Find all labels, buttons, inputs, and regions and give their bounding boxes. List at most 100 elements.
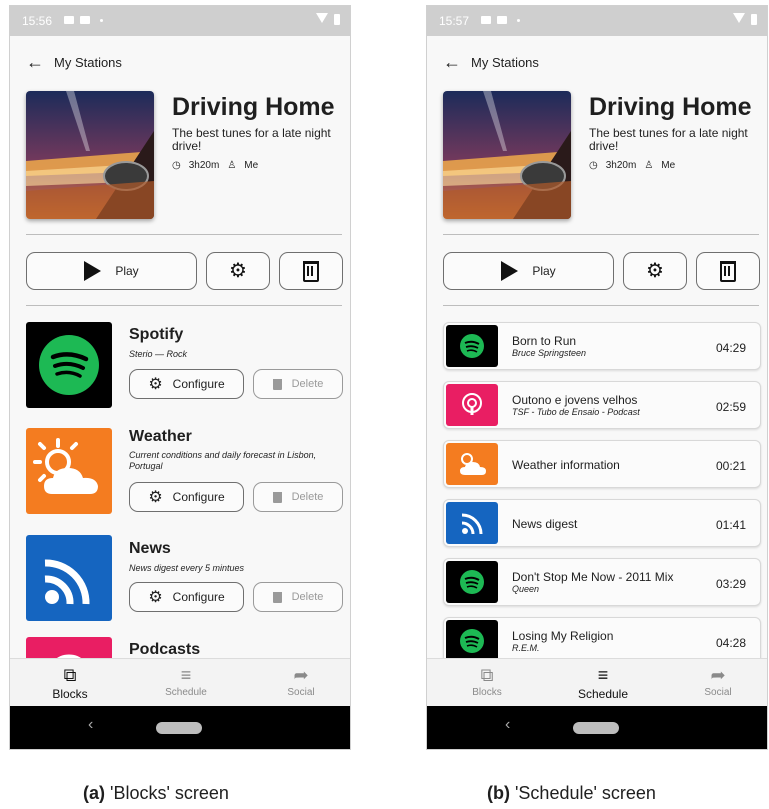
more-notifications-icon bbox=[100, 19, 103, 22]
weather-icon bbox=[26, 428, 112, 514]
nav-blocks[interactable]: ⧉ Blocks bbox=[447, 665, 527, 698]
spotify-icon bbox=[446, 561, 498, 603]
back-to-stations[interactable]: ← My Stations bbox=[443, 52, 539, 72]
trash-icon bbox=[303, 260, 319, 282]
station-title: Driving Home bbox=[172, 93, 335, 121]
delete-block-button[interactable]: Delete bbox=[253, 369, 343, 399]
schedule-item[interactable]: News digest 01:41 bbox=[443, 499, 761, 547]
delete-block-button[interactable]: Delete bbox=[253, 482, 343, 512]
nav-label: Schedule bbox=[165, 687, 207, 698]
configure-button[interactable]: ⚙ Configure bbox=[129, 482, 244, 512]
item-title: Weather information bbox=[512, 458, 620, 472]
back-to-stations[interactable]: ← My Stations bbox=[26, 52, 122, 72]
image-notification-icon bbox=[481, 16, 491, 24]
block-name: Weather bbox=[129, 428, 192, 445]
system-home-pill[interactable] bbox=[573, 722, 619, 734]
share-icon: ➦ bbox=[293, 665, 309, 685]
station-meta: ◷ 3h20m ♙ Me bbox=[589, 160, 683, 171]
system-back-icon[interactable]: ‹ bbox=[88, 716, 93, 734]
station-settings-button[interactable]: ⚙ bbox=[623, 252, 687, 290]
station-owner: Me bbox=[244, 160, 259, 171]
spotify-icon bbox=[446, 325, 498, 367]
configure-label: Configure bbox=[172, 377, 225, 391]
station-description: The best tunes for a late night drive! bbox=[172, 126, 331, 153]
item-subtitle: TSF - Tubo de Ensaio - Podcast bbox=[512, 407, 640, 417]
spotify-icon bbox=[446, 620, 498, 662]
configure-button[interactable]: ⚙ Configure bbox=[129, 582, 244, 612]
caption-tag: (a) bbox=[83, 783, 105, 803]
caption-text: 'Blocks' screen bbox=[105, 783, 229, 803]
block-name: Podcasts bbox=[129, 641, 201, 658]
video-notification-icon bbox=[80, 16, 90, 24]
gear-icon: ⚙ bbox=[646, 260, 664, 282]
person-icon: ♙ bbox=[644, 160, 654, 171]
status-bar: 15:56 bbox=[10, 6, 350, 36]
play-button[interactable]: Play bbox=[26, 252, 197, 290]
play-label: Play bbox=[532, 264, 556, 278]
delete-station-button[interactable] bbox=[696, 252, 760, 290]
item-subtitle: Bruce Springsteen bbox=[512, 348, 587, 358]
delete-station-button[interactable] bbox=[279, 252, 343, 290]
schedule-item[interactable]: Born to Run Bruce Springsteen 04:29 bbox=[443, 322, 761, 370]
configure-button[interactable]: ⚙ Configure bbox=[129, 369, 244, 399]
rss-icon bbox=[446, 502, 498, 544]
delete-label: Delete bbox=[291, 378, 324, 390]
system-navigation-bar: ‹ bbox=[427, 706, 767, 749]
share-icon: ➦ bbox=[710, 665, 726, 685]
trash-icon bbox=[272, 591, 282, 603]
schedule-item[interactable]: Don't Stop Me Now - 2011 Mix Queen 03:29 bbox=[443, 558, 761, 606]
item-duration: 02:59 bbox=[715, 400, 746, 414]
back-arrow-icon[interactable]: ← bbox=[26, 53, 44, 71]
configure-label: Configure bbox=[172, 590, 225, 604]
station-settings-button[interactable]: ⚙ bbox=[206, 252, 270, 290]
cubes-icon: ⧉ bbox=[480, 665, 494, 685]
schedule-item[interactable]: Weather information 00:21 bbox=[443, 440, 761, 488]
nav-label: Blocks bbox=[52, 687, 88, 701]
gear-icon: ⚙ bbox=[148, 589, 163, 606]
station-duration: 3h20m bbox=[188, 160, 220, 171]
more-notifications-icon bbox=[517, 19, 520, 22]
item-subtitle: Queen bbox=[512, 584, 540, 594]
back-label: My Stations bbox=[471, 54, 539, 70]
station-description: The best tunes for a late night drive! bbox=[589, 126, 748, 153]
trash-icon bbox=[272, 378, 282, 390]
station-cover-image bbox=[26, 91, 154, 219]
system-home-pill[interactable] bbox=[156, 722, 202, 734]
caption-text: 'Schedule' screen bbox=[509, 783, 656, 803]
battery-icon bbox=[751, 14, 757, 25]
station-title: Driving Home bbox=[589, 93, 752, 121]
block-subtitle: Current conditions and daily forecast in… bbox=[129, 450, 317, 471]
trash-icon bbox=[272, 491, 282, 503]
nav-social[interactable]: ➦ Social bbox=[678, 665, 758, 698]
item-duration: 00:21 bbox=[715, 459, 746, 473]
status-time: 15:56 bbox=[22, 14, 53, 28]
nav-blocks[interactable]: ⧉ Blocks bbox=[30, 665, 110, 701]
bottom-navigation: ⧉ Blocks ≡ Schedule ➦ Social bbox=[427, 658, 767, 707]
divider bbox=[443, 234, 759, 235]
blocks-screen: 15:56 ← My Stations Driving Home The bes… bbox=[10, 6, 350, 749]
schedule-screen: 15:57 ← My Stations Driving Home The bes… bbox=[427, 6, 767, 749]
clock-icon: ◷ bbox=[589, 160, 598, 171]
block-name: News bbox=[129, 540, 171, 557]
delete-block-button[interactable]: Delete bbox=[253, 582, 343, 612]
gear-icon: ⚙ bbox=[148, 489, 163, 506]
nav-schedule[interactable]: ≡ Schedule bbox=[146, 665, 226, 698]
list-icon: ≡ bbox=[180, 665, 192, 685]
nav-label: Social bbox=[704, 687, 732, 698]
image-notification-icon bbox=[64, 16, 74, 24]
schedule-item[interactable]: Outono e jovens velhos TSF - Tubo de Ens… bbox=[443, 381, 761, 429]
caption-tag: (b) bbox=[487, 783, 510, 803]
station-duration: 3h20m bbox=[605, 160, 637, 171]
battery-icon bbox=[334, 14, 340, 25]
person-icon: ♙ bbox=[227, 160, 237, 171]
system-back-icon[interactable]: ‹ bbox=[505, 716, 510, 734]
podcast-icon bbox=[446, 384, 498, 426]
trash-icon bbox=[720, 260, 736, 282]
nav-schedule[interactable]: ≡ Schedule bbox=[563, 665, 643, 701]
caption-b: (b) 'Schedule' screen bbox=[487, 783, 656, 804]
back-arrow-icon[interactable]: ← bbox=[443, 53, 461, 71]
nav-social[interactable]: ➦ Social bbox=[261, 665, 341, 698]
nav-label: Blocks bbox=[472, 687, 502, 698]
delete-label: Delete bbox=[291, 491, 324, 503]
play-button[interactable]: Play bbox=[443, 252, 614, 290]
